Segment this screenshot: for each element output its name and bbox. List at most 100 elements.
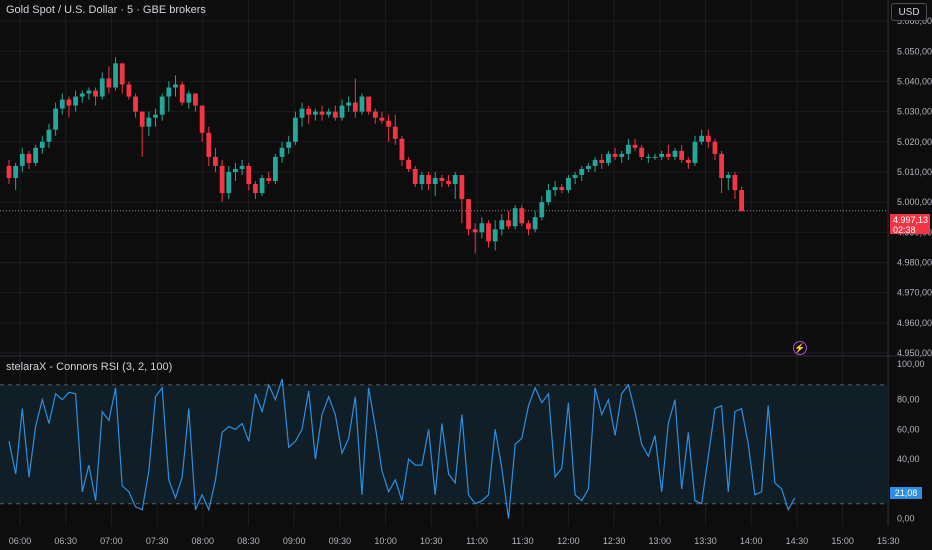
price-axis-label: 5.000,00	[897, 197, 932, 207]
candle-body	[312, 111, 318, 115]
candle-body	[99, 78, 105, 97]
candle-body	[19, 153, 25, 166]
rsi-axis-label: 60,00	[897, 424, 920, 434]
candle-body	[406, 159, 411, 169]
candle-body	[472, 229, 478, 233]
rsi-band-fill	[0, 384, 888, 504]
time-axis-label: 07:30	[146, 536, 169, 546]
candle-body	[399, 138, 405, 160]
candle-body	[259, 178, 265, 194]
time-axis-label: 11:30	[512, 536, 534, 546]
indicator-title[interactable]: stelaraX - Connors RSI (3, 2, 100)	[6, 361, 172, 373]
candle-body	[506, 220, 511, 227]
time-axis-label: 12:30	[603, 536, 626, 546]
candle-body	[685, 159, 691, 163]
last-price-badge: 4.997,13 02:38	[890, 214, 930, 235]
time-axis-label: 10:30	[420, 536, 443, 546]
candle-body	[539, 202, 545, 218]
candle-body	[246, 165, 252, 185]
candle-body	[659, 153, 665, 157]
candle-body	[552, 187, 558, 191]
candle-body	[705, 135, 711, 142]
candle-body	[452, 174, 458, 185]
time-axis-label: 14:30	[786, 536, 809, 546]
candle-body	[559, 187, 565, 191]
candle-body	[439, 178, 445, 182]
candle-body	[532, 217, 538, 230]
candle-body	[39, 141, 45, 148]
candle-body	[719, 153, 725, 178]
candle-body	[266, 178, 272, 182]
candle-body	[292, 117, 298, 142]
time-axis-label: 09:00	[283, 536, 306, 546]
candle-body	[519, 208, 525, 224]
candle-body	[526, 223, 531, 230]
symbol-title: Gold Spot / U.S. Dollar · 5 · GBE broker…	[6, 4, 206, 16]
candle-body	[79, 93, 85, 97]
price-axis-label: 5.050,00	[897, 46, 932, 56]
candle-body	[66, 99, 72, 106]
candle-body	[299, 108, 305, 118]
rsi-axis-label: 100,00	[897, 359, 925, 369]
candle-body	[665, 153, 671, 157]
candle-body	[186, 93, 192, 103]
time-axis-label: 09:30	[329, 536, 352, 546]
candle-body	[672, 150, 678, 157]
time-axis-label: 13:00	[649, 536, 672, 546]
candle-body	[153, 114, 158, 118]
candle-body	[352, 102, 358, 112]
candle-body	[213, 156, 218, 166]
candle-body	[692, 141, 698, 163]
candle-body	[126, 84, 132, 97]
candle-body	[592, 159, 598, 166]
candle-body	[632, 144, 638, 148]
candle-body	[46, 129, 52, 142]
rsi-axis-label: 40,00	[897, 454, 920, 464]
candle-body	[93, 90, 98, 97]
time-axis-label: 08:00	[192, 536, 215, 546]
candle-body	[133, 96, 138, 112]
time-axis-label: 10:00	[374, 536, 397, 546]
price-axis-label: 5.010,00	[897, 167, 932, 177]
candle-body	[13, 165, 19, 178]
time-axis-label: 08:30	[237, 536, 260, 546]
candle-body	[253, 184, 258, 194]
candle-body	[139, 111, 145, 127]
candle-body	[386, 120, 392, 127]
candle-body	[26, 153, 32, 163]
candle-body	[6, 165, 12, 178]
candle-body	[113, 63, 118, 88]
chart-canvas[interactable]: 5.060,005.050,005.040,005.030,005.020,00…	[0, 0, 932, 550]
bar-countdown: 02:38	[893, 225, 916, 235]
currency-button[interactable]: USD	[891, 3, 927, 21]
time-axis-label: 06:30	[54, 536, 77, 546]
time-axis-label: 07:00	[100, 536, 123, 546]
time-axis-label: 15:00	[831, 536, 854, 546]
candle-body	[332, 111, 338, 118]
candle-body	[419, 174, 425, 185]
candle-body	[379, 117, 385, 121]
candle-body	[579, 168, 585, 175]
candle-body	[492, 229, 498, 242]
price-axis-label: 4.970,00	[897, 288, 932, 298]
candle-body	[566, 178, 571, 191]
candle-body	[739, 190, 744, 212]
price-axis-label: 5.040,00	[897, 76, 932, 86]
candle-body	[193, 93, 198, 106]
price-axis-label: 5.030,00	[897, 107, 932, 117]
candle-body	[679, 150, 685, 160]
candle-body	[619, 153, 625, 157]
candle-body	[426, 174, 431, 185]
candle-body	[346, 102, 352, 106]
candle-body	[339, 105, 345, 118]
candle-body	[466, 199, 471, 230]
lightning-icon[interactable]: ⚡	[793, 341, 807, 355]
candle-body	[199, 105, 205, 133]
candle-body	[586, 165, 591, 169]
candle-body	[206, 132, 212, 157]
price-axis-label: 4.960,00	[897, 318, 932, 328]
candle-body	[612, 153, 618, 157]
candle-body	[233, 168, 238, 172]
candle-body	[725, 174, 731, 178]
candle-body	[412, 168, 418, 185]
